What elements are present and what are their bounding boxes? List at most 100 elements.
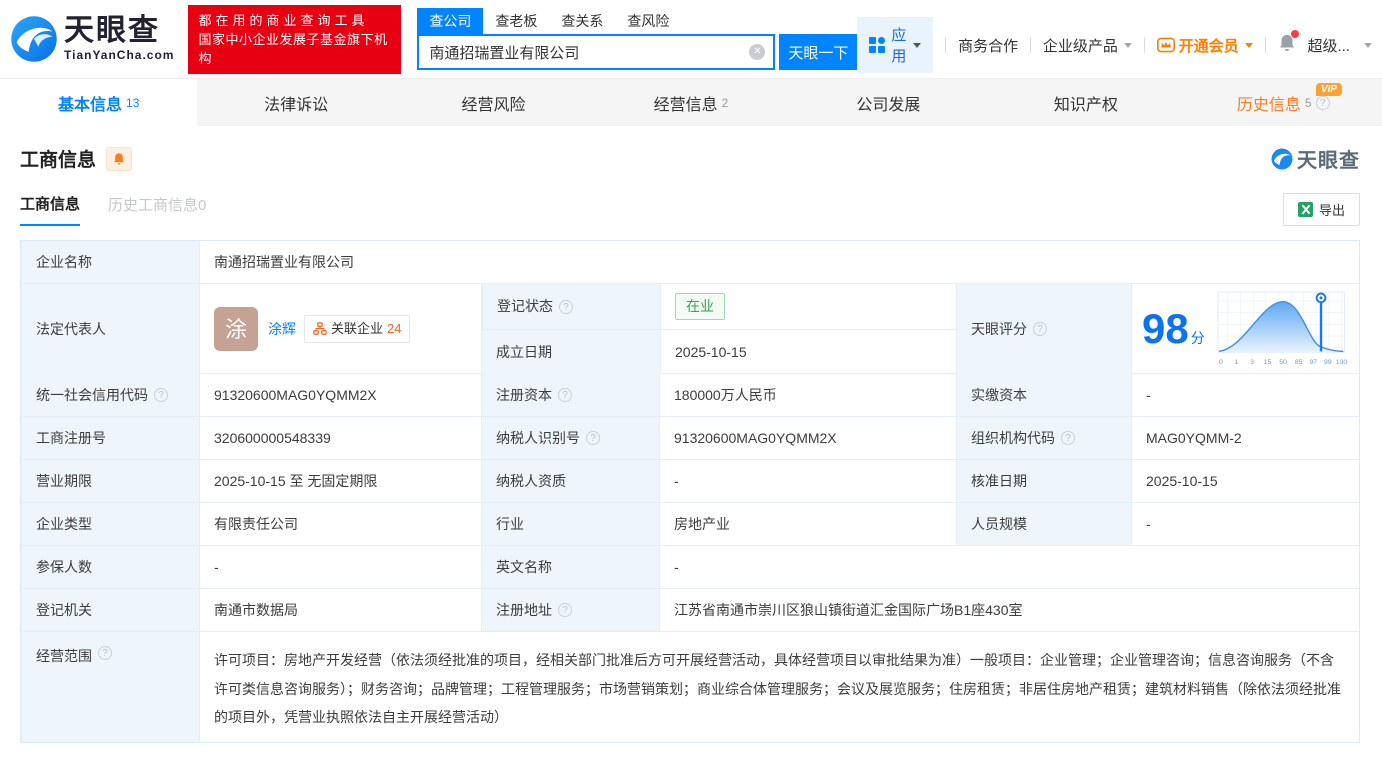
help-icon[interactable] [559, 300, 573, 314]
svg-text:99: 99 [1324, 359, 1332, 366]
search-tab-risk[interactable]: 查风险 [615, 8, 681, 34]
tab-count: 5 [1305, 96, 1312, 110]
field-label: 参保人数 [21, 546, 199, 588]
help-icon[interactable] [558, 603, 572, 617]
tab-operation-risk[interactable]: 经营风险 [395, 79, 592, 126]
user-account-menu[interactable]: 超级... [1307, 35, 1372, 56]
table-row: 参保人数 - 英文名称 - [21, 546, 1359, 589]
company-name-value: 南通招瑞置业有限公司 [199, 241, 1357, 283]
help-icon[interactable] [558, 388, 572, 402]
field-label: 注册地址 [481, 589, 659, 631]
score-distribution-chart: 0 1 3 15 50 85 97 99 100 [1215, 288, 1347, 370]
header-menu: 应用 商务合作 企业级产品 开通会员 [857, 17, 1372, 73]
field-value: - [659, 546, 1357, 588]
menu-enterprise-products[interactable]: 企业级产品 [1043, 35, 1132, 56]
search-input[interactable] [417, 34, 775, 70]
field-value: - [1131, 374, 1357, 416]
chevron-down-icon [1124, 43, 1132, 48]
tab-legal-lawsuits[interactable]: 法律诉讼 [197, 79, 394, 126]
registered-address-value: 江苏省南通市崇川区狼山镇街道汇金国际广场B1座430室 [659, 589, 1357, 631]
logo-title: 天眼查 [64, 16, 174, 46]
field-label: 经营范围 [21, 632, 199, 742]
field-label: 法定代表人 [21, 284, 199, 374]
tab-operation-info[interactable]: 经营信息 2 [592, 79, 789, 126]
table-row: 营业期限 2025-10-15 至 无固定期限 纳税人资质 - 核准日期 202… [21, 460, 1359, 503]
field-value: 有限责任公司 [199, 503, 481, 545]
table-row: 工商注册号 320600000548339 纳税人识别号 91320600MAG… [21, 417, 1359, 460]
notification-dot [1291, 30, 1299, 38]
svg-text:100: 100 [1335, 359, 1347, 366]
chevron-down-icon [913, 43, 921, 48]
tab-intellectual-property[interactable]: 知识产权 [987, 79, 1184, 126]
avatar[interactable]: 涂 [214, 307, 258, 351]
chevron-down-icon [1245, 43, 1253, 48]
logo-swirl-icon [8, 13, 60, 65]
svg-text:0: 0 [1219, 359, 1223, 366]
brand-slogan: 都在用的商业查询工具 国家中小企业发展子基金旗下机构 [188, 5, 401, 74]
section-title: 工商信息 [20, 145, 96, 172]
field-value: 南通市数据局 [199, 589, 481, 631]
tab-history-info[interactable]: VIP 历史信息 5 [1185, 79, 1382, 126]
field-value: 2025-10-15 至 无固定期限 [199, 460, 481, 502]
table-row: 法定代表人 涂 涂辉 关联企业 24 登记状态 在业 [21, 284, 1359, 374]
field-label: 成立日期 [482, 329, 660, 374]
svg-text:15: 15 [1263, 359, 1271, 366]
search-area: 查公司 查老板 查关系 查风险 天眼一下 [417, 8, 857, 70]
search-tab-relation[interactable]: 查关系 [549, 8, 615, 34]
company-nav-tabs: 基本信息 13 法律诉讼 经营风险 经营信息 2 公司发展 知识产权 VIP 历… [0, 78, 1382, 126]
field-value: - [1131, 503, 1357, 545]
menu-business-coop[interactable]: 商务合作 [958, 35, 1018, 56]
subtab-history-business-info[interactable]: 历史工商信息0 [108, 194, 206, 225]
svg-text:85: 85 [1295, 359, 1303, 366]
search-button[interactable]: 天眼一下 [779, 34, 857, 70]
help-icon[interactable] [1061, 431, 1075, 445]
open-vip-button[interactable]: 开通会员 [1157, 35, 1253, 56]
search-tab-company[interactable]: 查公司 [417, 8, 483, 34]
svg-text:3: 3 [1250, 359, 1254, 366]
tianyancha-logo[interactable]: 天眼查 TianYanCha.com [8, 13, 174, 65]
field-label: 工商注册号 [21, 417, 199, 459]
field-value: 91320600MAG0YQMM2X [659, 417, 956, 459]
field-label: 实缴资本 [956, 374, 1131, 416]
field-value: - [199, 546, 481, 588]
field-label: 企业名称 [21, 241, 199, 283]
table-row: 企业名称 南通招瑞置业有限公司 [21, 241, 1359, 284]
top-header: 天眼查 TianYanCha.com 都在用的商业查询工具 国家中小企业发展子基… [0, 0, 1382, 78]
business-info-table: 企业名称 南通招瑞置业有限公司 法定代表人 涂 涂辉 关联企业 24 登记状态 [20, 240, 1360, 743]
tab-basic-info[interactable]: 基本信息 13 [0, 79, 197, 126]
field-label: 统一社会信用代码 [21, 374, 199, 416]
field-label: 营业期限 [21, 460, 199, 502]
score-cell[interactable]: 98 分 0 1 [1131, 284, 1357, 374]
svg-text:97: 97 [1309, 359, 1317, 366]
field-value: 320600000548339 [199, 417, 481, 459]
help-icon[interactable] [1316, 96, 1330, 110]
bell-icon [112, 152, 126, 166]
legal-rep-link[interactable]: 涂辉 [268, 319, 296, 340]
monitor-bell-button[interactable] [106, 147, 132, 171]
field-label: 行业 [481, 503, 659, 545]
field-label: 核准日期 [956, 460, 1131, 502]
svg-text:50: 50 [1279, 359, 1287, 366]
tab-count: 2 [722, 96, 729, 110]
establish-date-value: 2025-10-15 [660, 329, 957, 374]
related-companies-badge[interactable]: 关联企业 24 [304, 315, 410, 343]
apps-menu-button[interactable]: 应用 [857, 17, 933, 73]
search-tab-boss[interactable]: 查老板 [483, 8, 549, 34]
subtab-business-info[interactable]: 工商信息 [20, 193, 80, 226]
field-value: MAG0YQMM-2 [1131, 417, 1357, 459]
notifications-bell-button[interactable] [1277, 33, 1297, 58]
table-row: 企业类型 有限责任公司 行业 房地产业 人员规模 - [21, 503, 1359, 546]
help-icon[interactable] [98, 646, 112, 660]
field-label: 登记状态 [482, 284, 660, 329]
section-header: 工商信息 天眼查 [0, 126, 1382, 173]
help-icon[interactable] [154, 388, 168, 402]
legal-rep-cell: 涂 涂辉 关联企业 24 [199, 284, 481, 374]
export-button[interactable]: 导出 [1283, 193, 1360, 226]
field-value: 180000万人民币 [659, 374, 956, 416]
field-label: 人员规模 [956, 503, 1131, 545]
help-icon[interactable] [586, 431, 600, 445]
field-label: 组织机构代码 [956, 417, 1131, 459]
excel-icon [1298, 202, 1313, 217]
tab-company-development[interactable]: 公司发展 [790, 79, 987, 126]
help-icon[interactable] [1033, 322, 1047, 336]
